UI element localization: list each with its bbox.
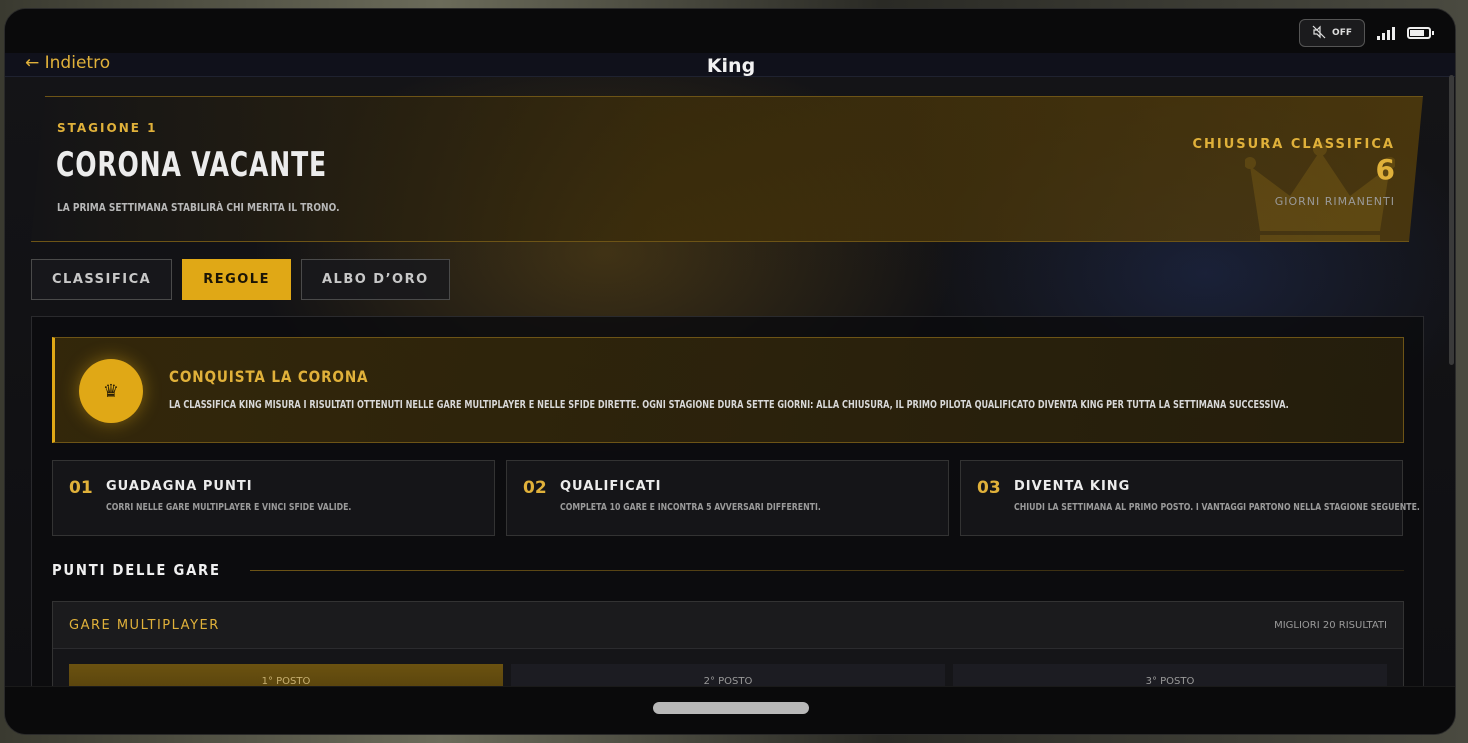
season-label: STAGIONE 1 [57,121,158,135]
position-cell: 1° POSTO [69,664,503,688]
step-title: DIVENTA KING [1014,479,1131,494]
days-remaining-label: GIORNI RIMANENTI [1274,195,1395,208]
season-title: CORONA VACANTE [56,145,327,185]
position-cell: 2° POSTO [511,664,945,688]
step-title: GUADAGNA PUNTI [106,479,253,494]
days-remaining-value: 6 [1375,153,1395,186]
sound-toggle[interactable]: OFF [1299,19,1365,47]
positions-row: 1° POSTO 2° POSTO 3° POSTO [69,664,1387,688]
tab-bar: CLASSIFICA REGOLE ALBO D’ORO [31,259,450,300]
close-label: CHIUSURA CLASSIFICA [1192,137,1395,152]
steps-row: 01 GUADAGNA PUNTI CORRI NELLE GARE MULTI… [52,460,1420,536]
position-cell: 3° POSTO [953,664,1387,688]
bottom-bar [5,686,1455,734]
section-header: PUNTI DELLE GARE [52,560,1404,580]
status-bar: OFF [5,9,1455,53]
season-description: LA PRIMA SETTIMANA STABILIRÀ CHI MERITA … [57,201,340,214]
device-frame: OFF ← Indietro King STAGIONE 1 CORONA VA… [4,8,1456,735]
page-title: King [706,55,756,77]
signal-icon [1377,26,1395,40]
crown-icon: ♛ [102,380,120,402]
multiplayer-title: GARE MULTIPLAYER [69,618,220,633]
step-number: 01 [69,478,93,498]
step-text: CHIUDI LA SETTIMANA AL PRIMO POSTO. I VA… [1014,502,1420,513]
step-title: QUALIFICATI [560,479,662,494]
step-text: COMPLETA 10 GARE E INCONTRA 5 AVVERSARI … [560,502,821,513]
status-icons: OFF [1299,19,1434,47]
multiplayer-note: MIGLIORI 20 RISULTATI [1274,620,1387,631]
home-indicator[interactable] [653,702,809,714]
app-screen: ← Indietro King STAGIONE 1 CORONA VACANT… [5,53,1455,688]
step-number: 03 [977,478,1001,498]
multiplayer-card: GARE MULTIPLAYER MIGLIORI 20 RISULTATI 1… [52,601,1404,688]
sound-label: OFF [1332,28,1352,38]
season-banner: STAGIONE 1 CORONA VACANTE LA PRIMA SETTI… [31,96,1423,242]
section-divider [249,569,1404,571]
step-text: CORRI NELLE GARE MULTIPLAYER E VINCI SFI… [106,502,352,513]
battery-icon [1407,27,1434,39]
multiplayer-header: GARE MULTIPLAYER MIGLIORI 20 RISULTATI [53,602,1403,649]
callout-text: LA CLASSIFICA KING MISURA I RISULTATI OT… [169,398,1289,411]
rules-panel: ♛ CONQUISTA LA CORONA LA CLASSIFICA KING… [31,316,1424,688]
nav-bar: ← Indietro King [5,53,1455,77]
conquer-callout: ♛ CONQUISTA LA CORONA LA CLASSIFICA KING… [52,337,1404,443]
tab-regole[interactable]: REGOLE [182,259,291,300]
muted-speaker-icon [1312,24,1326,43]
step-card: 03 DIVENTA KING CHIUDI LA SETTIMANA AL P… [960,460,1420,536]
step-card: 02 QUALIFICATI COMPLETA 10 GARE E INCONT… [506,460,949,536]
callout-title: CONQUISTA LA CORONA [169,367,369,386]
tab-albo-doro[interactable]: ALBO D’ORO [300,259,450,300]
step-card: 01 GUADAGNA PUNTI CORRI NELLE GARE MULTI… [52,460,495,536]
crown-badge: ♛ [79,359,143,423]
tab-classifica[interactable]: CLASSIFICA [31,259,173,300]
section-title: PUNTI DELLE GARE [52,561,221,579]
step-number: 02 [523,478,547,498]
scrollbar[interactable] [1449,75,1454,365]
